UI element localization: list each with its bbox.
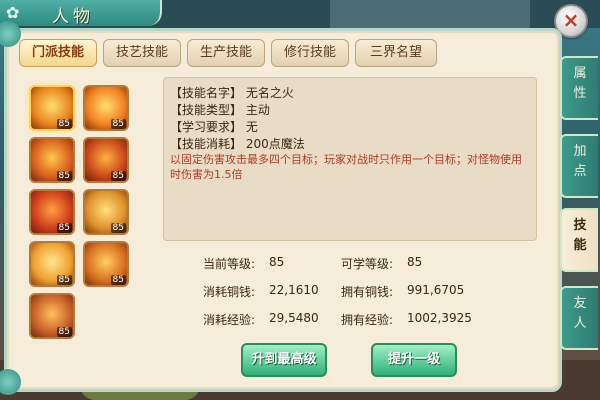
skill-slot[interactable]: 85: [29, 241, 75, 287]
corner-ornament-icon: [0, 21, 21, 47]
background-building: [330, 0, 530, 30]
skill-slot[interactable]: 85: [83, 137, 129, 183]
own-exp-label: 拥有经验:: [341, 313, 394, 327]
own-money-label: 拥有铜钱:: [341, 285, 394, 299]
learnable-level-value: 85: [407, 255, 423, 269]
tab-production-skills[interactable]: 生产技能: [187, 39, 265, 67]
tab-cultivation-skills[interactable]: 修行技能: [271, 39, 349, 67]
skill-icon-grid: 85 85 85 85 85 85 85 85 85: [21, 79, 133, 371]
skill-requirement-line: 【学习要求】 无: [170, 120, 258, 134]
close-icon: ×: [562, 8, 580, 32]
learnable-level-label: 可学等级:: [341, 257, 394, 271]
window-title: 人物: [52, 7, 94, 27]
skill-name-line: 【技能名字】 无名之火: [170, 86, 294, 100]
tab-craft-skills[interactable]: 技艺技能: [103, 39, 181, 67]
corner-ornament-icon: [0, 369, 21, 395]
skill-level: 85: [56, 171, 72, 181]
side-tab-label: 加点: [573, 144, 587, 179]
cost-money-label: 消耗铜钱:: [203, 285, 256, 299]
skill-type-line: 【技能类型】 主动: [170, 103, 270, 117]
skill-effect-description: 以固定伤害攻击最多四个目标；玩家对战时只作用一个目标；对怪物使用时伤害为1.5倍: [170, 153, 522, 181]
skill-description-box: 【技能名字】 无名之火 【技能类型】 主动 【学习要求】 无 【技能消耗】 20…: [163, 77, 537, 241]
skill-level: 85: [110, 171, 126, 181]
cost-money-value: 22,1610: [269, 283, 319, 297]
own-exp-value: 1002,3925: [407, 311, 472, 325]
tab-sect-skills[interactable]: 门派技能: [19, 39, 97, 67]
skill-slot[interactable]: 85: [29, 189, 75, 235]
flower-icon: ✿: [6, 3, 20, 22]
skill-slot[interactable]: 85: [83, 85, 129, 131]
side-tab-label: 友人: [573, 296, 587, 331]
window-titlebar: ✿ 人物: [0, 0, 162, 27]
side-tab-points[interactable]: 加点: [560, 134, 598, 198]
own-money-value: 991,6705: [407, 283, 465, 297]
side-tab-skills[interactable]: 技能: [560, 208, 598, 272]
skill-level: 85: [110, 223, 126, 233]
tab-three-realms-fame[interactable]: 三界名望: [355, 39, 437, 67]
skill-panel: 门派技能 技艺技能 生产技能 修行技能 三界名望 85 85 85 85 85 …: [0, 21, 562, 395]
skill-level: 85: [56, 223, 72, 233]
skill-level: 85: [110, 119, 126, 129]
skill-level: 85: [56, 119, 72, 129]
side-tab-label: 技能: [573, 218, 587, 253]
skill-slot[interactable]: 85: [29, 293, 75, 339]
side-tab-attributes[interactable]: 属性: [560, 56, 598, 120]
skill-level: 85: [56, 327, 72, 337]
side-tab-friends[interactable]: 友人: [560, 286, 598, 350]
skill-level: 85: [110, 275, 126, 285]
skill-slot[interactable]: 85: [83, 241, 129, 287]
upgrade-to-max-button[interactable]: 升到最高级: [241, 343, 327, 377]
skill-level: 85: [56, 275, 72, 285]
side-tab-label: 属性: [573, 66, 587, 101]
cost-exp-value: 29,5480: [269, 311, 319, 325]
skill-slot[interactable]: 85: [29, 137, 75, 183]
current-level-value: 85: [269, 255, 285, 269]
cost-exp-label: 消耗经验:: [203, 313, 256, 327]
skill-slot[interactable]: 85: [29, 85, 75, 131]
skill-slot[interactable]: 85: [83, 189, 129, 235]
current-level-label: 当前等级:: [203, 257, 256, 271]
skill-cost-line: 【技能消耗】 200点魔法: [170, 137, 305, 151]
upgrade-one-level-button[interactable]: 提升一级: [371, 343, 457, 377]
